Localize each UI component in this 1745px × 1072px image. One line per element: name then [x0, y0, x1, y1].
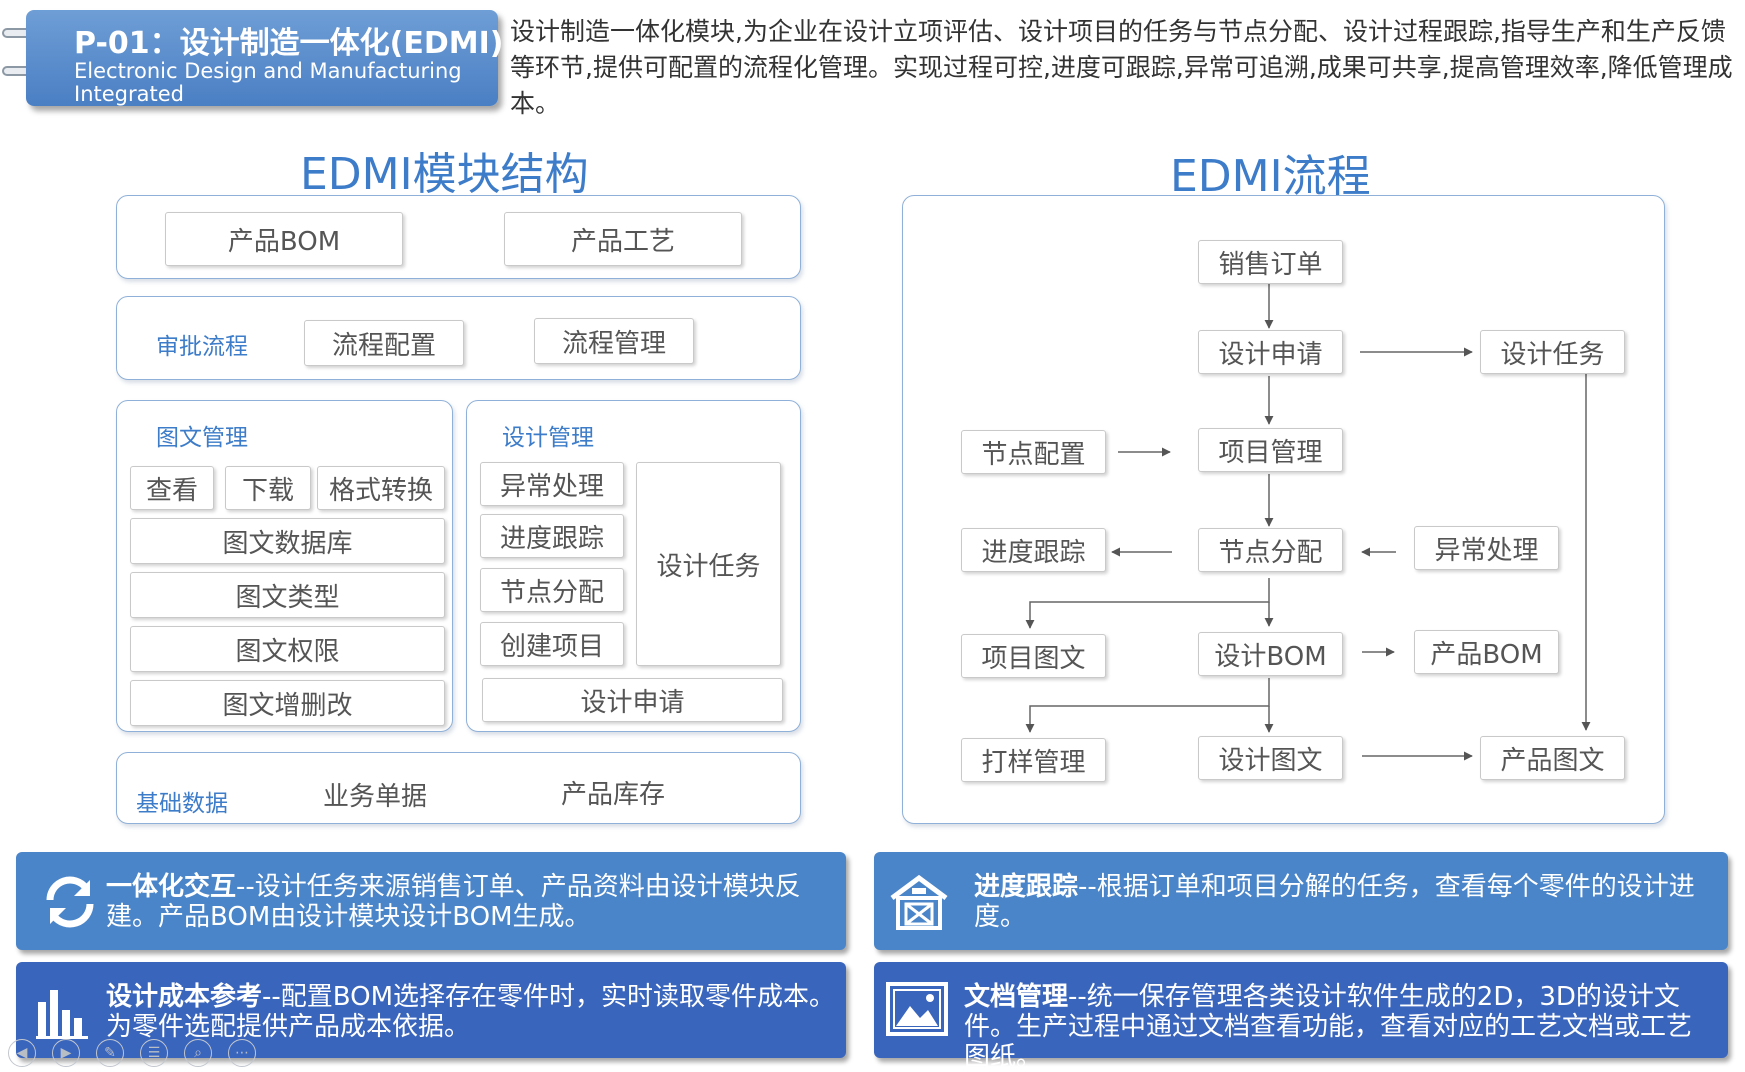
- base-data-label: 基础数据: [136, 791, 228, 817]
- card-docs: 文档管理--统一保存管理各类设计软件生成的2D，3D的设计文件。生产过程中通过文…: [874, 962, 1728, 1072]
- flow-project-doc: 项目图文: [961, 634, 1106, 678]
- design-label: 设计管理: [502, 425, 594, 451]
- card-body: --根据订单和项目分解的任务，查看每个零件的设计进度。: [974, 872, 1695, 932]
- card-body: --统一保存管理各类设计软件生成的2D，3D的设计文件。生产过程中通过文档查看功…: [964, 982, 1693, 1072]
- flow-sample-mgmt: 打样管理: [961, 738, 1106, 782]
- flow-product-doc: 产品图文: [1480, 736, 1625, 780]
- page-subtitle: Electronic Design and Manufacturing Inte…: [74, 59, 462, 106]
- graphic-label: 图文管理: [156, 425, 248, 451]
- card-title: 设计成本参考: [106, 982, 263, 1012]
- slide-nav: ◀ ▶ ✎ ☰ ⌕ ⋯: [0, 1035, 290, 1067]
- node-assign-box: 节点分配: [480, 568, 624, 612]
- flow-product-bom: 产品BOM: [1414, 630, 1559, 674]
- create-project-box: 创建项目: [480, 622, 624, 666]
- flow-design-apply: 设计申请: [1198, 330, 1343, 374]
- warehouse-icon: [890, 874, 948, 930]
- flow-design-task: 设计任务: [1480, 330, 1625, 374]
- structure-title: EDMI模块结构: [300, 149, 589, 200]
- flow-project-mgmt: 项目管理: [1198, 428, 1343, 472]
- flow-mgmt-box: 流程管理: [534, 318, 694, 364]
- card-progress: 进度跟踪--根据订单和项目分解的任务，查看每个零件的设计进度。: [874, 852, 1728, 950]
- exception-box: 异常处理: [480, 462, 624, 506]
- flow-exception: 异常处理: [1414, 526, 1559, 570]
- flow-panel: [902, 195, 1665, 824]
- card-title: 一体化交互: [106, 872, 237, 902]
- flow-config-box: 流程配置: [304, 320, 464, 366]
- design-task-box: 设计任务: [636, 462, 781, 666]
- next-icon[interactable]: ▶: [52, 1039, 80, 1067]
- flow-sales-order: 销售订单: [1198, 240, 1343, 284]
- design-apply-box: 设计申请: [482, 678, 783, 722]
- bar-chart-icon: [36, 990, 88, 1039]
- pen-icon[interactable]: ✎: [96, 1039, 124, 1067]
- flow-node-assign: 节点分配: [1198, 528, 1343, 572]
- graphic-permission-box: 图文权限: [130, 626, 445, 672]
- menu-icon[interactable]: ☰: [140, 1039, 168, 1067]
- product-process-box: 产品工艺: [504, 212, 742, 266]
- graphic-type-box: 图文类型: [130, 572, 445, 618]
- flow-progress: 进度跟踪: [961, 528, 1106, 572]
- prev-icon[interactable]: ◀: [8, 1039, 36, 1067]
- page-title: P-01：设计制造一体化(EDMI): [74, 26, 504, 61]
- flow-design-bom: 设计BOM: [1198, 632, 1343, 676]
- graphic-edit-box: 图文增删改: [130, 680, 445, 726]
- product-stock-text: 产品库存: [561, 780, 666, 810]
- business-docs-text: 业务单据: [323, 782, 428, 812]
- card-title: 文档管理: [964, 982, 1069, 1012]
- card-integration: 一体化交互--设计任务来源销售订单、产品资料由设计模块反建。产品BOM由设计模块…: [16, 852, 846, 950]
- download-box: 下载: [225, 466, 311, 510]
- flow-design-doc: 设计图文: [1198, 736, 1343, 780]
- image-icon: [886, 982, 948, 1036]
- header-badge: P-01：设计制造一体化(EDMI) Electronic Design and…: [26, 10, 504, 106]
- card-title: 进度跟踪: [974, 872, 1079, 902]
- view-box: 查看: [130, 466, 214, 510]
- flow-node-config: 节点配置: [961, 430, 1106, 474]
- progress-box: 进度跟踪: [480, 514, 624, 558]
- more-icon[interactable]: ⋯: [228, 1039, 256, 1067]
- format-convert-box: 格式转换: [317, 466, 445, 510]
- sync-icon: [46, 876, 94, 928]
- product-bom-box: 产品BOM: [165, 212, 403, 266]
- zoom-icon[interactable]: ⌕: [184, 1039, 212, 1067]
- intro-text: 设计制造一体化模块,为企业在设计立项评估、设计项目的任务与节点分配、设计过程跟踪…: [510, 17, 1733, 118]
- graphic-db-box: 图文数据库: [130, 518, 445, 564]
- approval-label: 审批流程: [156, 334, 248, 360]
